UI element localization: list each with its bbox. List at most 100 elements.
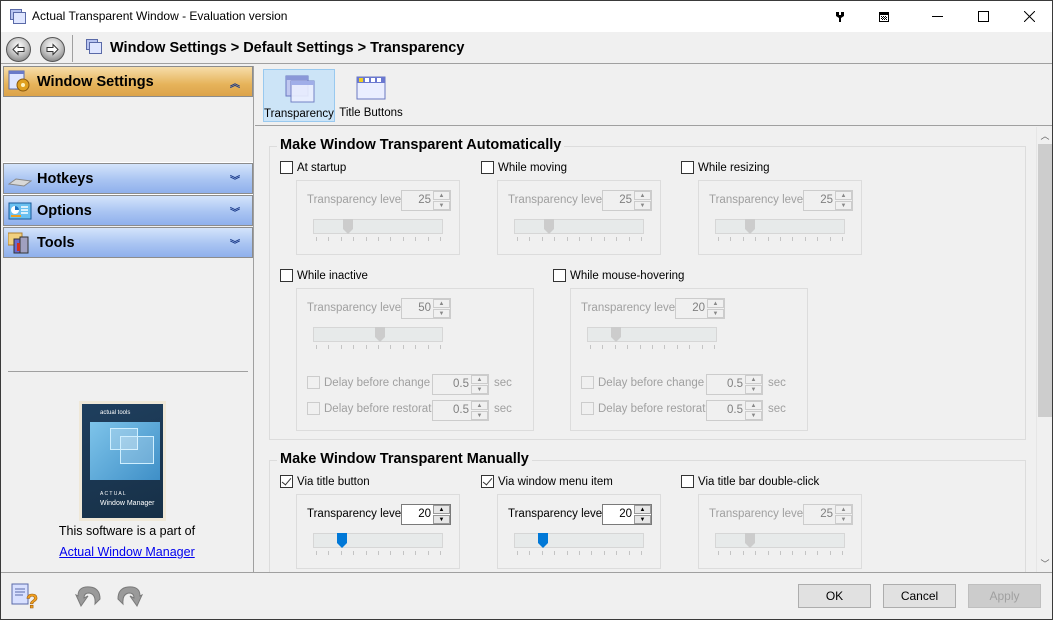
spinner-value[interactable]: 0.5 [453,404,469,416]
slider-thumb[interactable] [343,219,353,234]
spinner-up-button[interactable]: ▲ [634,191,651,200]
pin-button[interactable] [817,1,863,32]
slider-thumb[interactable] [610,327,621,342]
delay-before-change-spinner[interactable]: 0.5 ▲ ▼ [432,374,489,395]
transparency-slider[interactable] [514,219,644,234]
transparency-level-spinner[interactable]: 25 ▲ ▼ [602,190,652,211]
transparency-slider[interactable] [313,533,443,548]
spinner-down-button[interactable]: ▼ [707,309,724,318]
checkbox-via-title-bar-double-click[interactable]: Via title bar double-click [681,475,819,488]
transparency-level-spinner[interactable]: 25 ▲ ▼ [803,504,853,525]
spinner-up-button[interactable]: ▲ [745,375,762,384]
spinner-down-button[interactable]: ▼ [471,385,488,394]
delay-before-restoration-spinner[interactable]: 0.5 ▲ ▼ [706,400,763,421]
spinner-value[interactable]: 0.5 [727,404,743,416]
checkbox-box[interactable] [307,376,320,389]
transparency-level-spinner[interactable]: 20 ▲ ▼ [675,298,725,319]
checkbox-box[interactable] [681,475,694,488]
checkbox-while-inactive[interactable]: While inactive [280,269,368,282]
spinner-value[interactable]: 20 [692,302,705,314]
checkbox-while-mouse-hovering[interactable]: While mouse-hovering [553,269,684,282]
spinner-up-button[interactable]: ▲ [835,505,852,514]
checkbox-at-startup[interactable]: At startup [280,161,346,174]
checkbox-while-moving[interactable]: While moving [481,161,567,174]
ok-button[interactable]: OK [798,584,871,608]
transparency-level-spinner[interactable]: 25 ▲ ▼ [401,190,451,211]
checkbox-box[interactable] [581,402,594,415]
help-icon[interactable]: ? [11,582,41,610]
transparency-slider[interactable] [715,219,845,234]
checkbox-box[interactable] [307,402,320,415]
checkbox-box[interactable] [481,161,494,174]
spinner-up-button[interactable]: ▲ [433,299,450,308]
scroll-up-button[interactable]: ︿ [1037,127,1053,144]
delay-before-restoration-checkbox[interactable]: Delay before restoration [307,402,447,415]
checkbox-box[interactable] [280,475,293,488]
delay-before-change-checkbox[interactable]: Delay before change [581,376,704,389]
scroll-down-button[interactable]: ﹀ [1037,555,1053,572]
sidebar-section-tools[interactable]: Tools ︾ [3,227,253,258]
spinner-up-button[interactable]: ▲ [745,401,762,410]
checkbox-box[interactable] [681,161,694,174]
checkbox-box[interactable] [280,161,293,174]
forward-button[interactable] [40,37,65,62]
spinner-down-button[interactable]: ▼ [471,411,488,420]
transparency-level-spinner[interactable]: 20 ▲ ▼ [401,504,451,525]
delay-before-change-spinner[interactable]: 0.5 ▲ ▼ [706,374,763,395]
transparency-level-spinner[interactable]: 25 ▲ ▼ [803,190,853,211]
checkbox-box[interactable] [280,269,293,282]
spinner-value[interactable]: 0.5 [727,378,743,390]
spinner-value[interactable]: 25 [418,194,431,206]
spinner-value[interactable]: 20 [418,508,431,520]
slider-thumb[interactable] [745,533,755,548]
slider-thumb[interactable] [537,533,548,548]
scrollbar-thumb[interactable] [1038,144,1052,417]
cancel-button[interactable]: Cancel [883,584,956,608]
sidebar-section-options[interactable]: Options ︾ [3,195,253,226]
minimize-button[interactable] [914,1,960,32]
spinner-down-button[interactable]: ▼ [835,515,852,524]
spinner-value[interactable]: 20 [619,508,632,520]
slider-thumb[interactable] [336,533,347,548]
spinner-up-button[interactable]: ▲ [835,191,852,200]
transparency-slider[interactable] [313,219,443,234]
back-button[interactable] [6,37,31,62]
spinner-up-button[interactable]: ▲ [634,505,651,514]
checkbox-box[interactable] [553,269,566,282]
slider-thumb[interactable] [745,219,755,234]
slider-thumb[interactable] [544,219,554,234]
delay-before-restoration-spinner[interactable]: 0.5 ▲ ▼ [432,400,489,421]
delay-before-restoration-checkbox[interactable]: Delay before restoration [581,402,721,415]
spinner-up-button[interactable]: ▲ [471,401,488,410]
spinner-down-button[interactable]: ▼ [433,201,450,210]
spinner-down-button[interactable]: ▼ [634,515,651,524]
sidebar-section-window-settings[interactable]: Window Settings ︽ [3,66,253,97]
apply-button[interactable]: Apply [968,584,1041,608]
spinner-value[interactable]: 25 [820,508,833,520]
delay-before-change-checkbox[interactable]: Delay before change [307,376,430,389]
undo-icon[interactable] [74,582,104,610]
spinner-up-button[interactable]: ▲ [707,299,724,308]
checkbox-via-window-menu-item[interactable]: Via window menu item [481,475,613,488]
redo-icon[interactable] [114,582,144,610]
transparency-level-spinner[interactable]: 50 ▲ ▼ [401,298,451,319]
close-button[interactable] [1006,1,1052,32]
tab-transparency[interactable]: Transparency [263,69,335,122]
tab-title-buttons[interactable]: Title Buttons [339,69,403,122]
spinner-down-button[interactable]: ▼ [433,515,450,524]
vertical-scrollbar[interactable]: ︿ ﹀ [1036,127,1052,572]
spinner-value[interactable]: 25 [820,194,833,206]
checkbox-box[interactable] [481,475,494,488]
actual-window-manager-link[interactable]: Actual Window Manager [2,545,252,559]
spinner-up-button[interactable]: ▲ [471,375,488,384]
spinner-up-button[interactable]: ▲ [433,191,450,200]
transparency-slider[interactable] [587,327,717,342]
checkbox-box[interactable] [581,376,594,389]
slider-thumb[interactable] [375,327,385,342]
sidebar-section-hotkeys[interactable]: Hotkeys ︾ [3,163,253,194]
spinner-down-button[interactable]: ▼ [745,385,762,394]
spinner-value[interactable]: 50 [418,302,431,314]
transparency-level-spinner[interactable]: 20 ▲ ▼ [602,504,652,525]
transparency-title-button[interactable] [861,1,907,32]
spinner-value[interactable]: 25 [619,194,632,206]
